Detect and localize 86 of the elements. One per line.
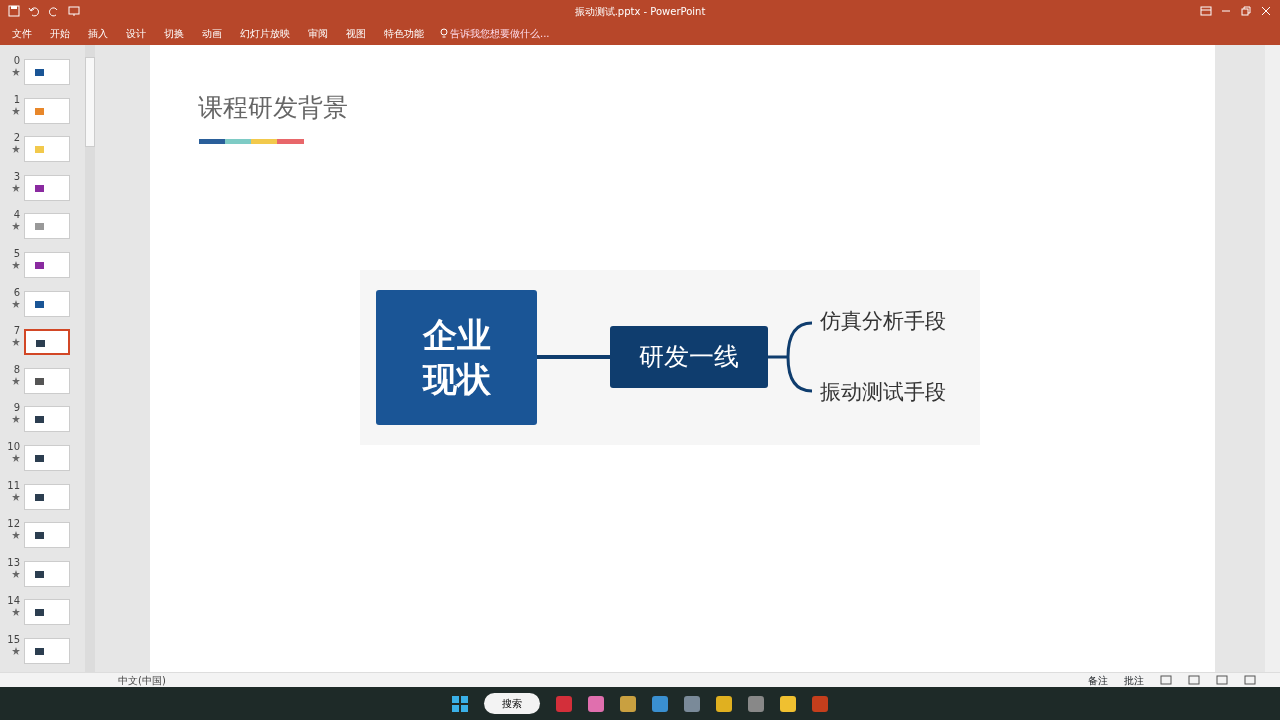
app-icon[interactable] [556,695,572,712]
slide-thumbnail[interactable] [24,599,70,626]
slide-thumbnail[interactable] [24,97,70,124]
ribbon-tab[interactable]: 审阅 [306,26,330,41]
slide-number: 0 [12,54,20,68]
window-title: 振动测试.pptx - PowerPoint [574,4,706,19]
slide-number: 14 [6,594,20,609]
undo-icon[interactable] [28,5,40,17]
ribbon-tab[interactable]: 插入 [86,26,110,41]
slideshow-icon[interactable] [68,5,80,17]
slide-number: 12 [6,517,20,532]
slide-number: 10 [6,439,20,454]
ribbon-tab[interactable]: 开始 [48,26,72,41]
slide-thumbnail[interactable] [24,213,70,240]
star-icon [12,415,20,424]
star-icon [12,646,20,655]
search-box[interactable]: 搜索 [484,693,540,714]
notes-button[interactable]: 备注 [1088,672,1108,688]
slide-thumbnail[interactable] [24,560,70,587]
ribbon-tab[interactable]: 设计 [124,26,148,41]
star-icon [12,492,20,501]
slide-title: 课程研发背景 [198,92,349,124]
ribbon-tab[interactable]: 切换 [162,26,186,41]
save-icon[interactable] [8,5,20,17]
star-icon [12,68,20,76]
tell-me-field[interactable]: 告诉我您想要做什么... [448,25,618,42]
restore-icon[interactable] [1240,6,1252,16]
app-icon[interactable] [620,695,636,712]
app-icon[interactable] [748,695,764,712]
slide-thumbnail[interactable] [24,290,70,317]
slide-thumbnail[interactable] [24,444,70,471]
slide-number: 13 [6,555,20,570]
slide-number: 9 [12,401,20,416]
lightbulb-icon [440,28,448,39]
box-text: 企业 [422,313,491,357]
slide-number: 3 [12,169,20,184]
star-icon [12,183,20,192]
ribbon-tab[interactable]: 幻灯片放映 [238,26,292,41]
star-icon [12,569,20,578]
normal-view-icon[interactable] [1160,675,1172,685]
comments-button[interactable]: 批注 [1124,672,1144,688]
slide-thumbnail[interactable] [24,406,70,433]
star-icon [12,222,20,231]
close-icon[interactable] [1260,6,1272,16]
star-icon [12,299,20,308]
slide-number: 2 [12,131,20,146]
slide-thumbnail[interactable] [24,367,70,394]
slide-number: 4 [12,208,20,223]
star-icon [12,145,20,154]
slide-thumbnail[interactable] [24,136,70,163]
branch-label: 仿真分析手段 [820,307,946,335]
slide-number: 11 [6,478,20,493]
star-icon [12,608,20,617]
box-text: 现状 [422,358,491,401]
star-icon [12,106,20,115]
scrollbar[interactable] [85,45,95,672]
star-icon [12,260,20,269]
slide-number: 6 [12,285,20,300]
slide-number: 5 [12,246,20,261]
star-icon [12,376,20,385]
slide-thumbnail[interactable] [24,483,70,510]
slide-number: 8 [12,362,20,377]
ribbon-tab[interactable]: 特色功能 [382,26,426,41]
rd-box: 研发一线 [610,326,768,388]
slide-thumbnail[interactable] [24,251,70,278]
ribbon-tab[interactable]: 文件 [10,26,34,41]
branch-label: 振动测试手段 [820,379,946,406]
star-icon [12,338,20,347]
redo-icon[interactable] [48,5,60,17]
app-icon[interactable] [588,695,604,712]
slide-thumbnail[interactable] [24,174,70,201]
slide-number: 1 [12,92,20,107]
ribbon-display-icon[interactable] [1200,6,1212,16]
slide-thumbnail[interactable] [24,522,70,549]
ribbon-tab[interactable]: 动画 [200,26,224,41]
slide-number: 7 [12,324,20,339]
star-icon [12,531,20,540]
slide-number: 15 [6,632,20,647]
slide-thumbnail[interactable] [24,637,70,664]
slide-thumbnail[interactable] [24,329,70,356]
language-status: 中文(中国) [118,673,166,688]
start-icon[interactable] [452,695,468,712]
slide-thumbnail[interactable] [24,59,70,85]
scrollbar[interactable] [1265,45,1280,672]
star-icon [12,453,20,462]
ribbon-tab[interactable]: 视图 [344,26,368,41]
